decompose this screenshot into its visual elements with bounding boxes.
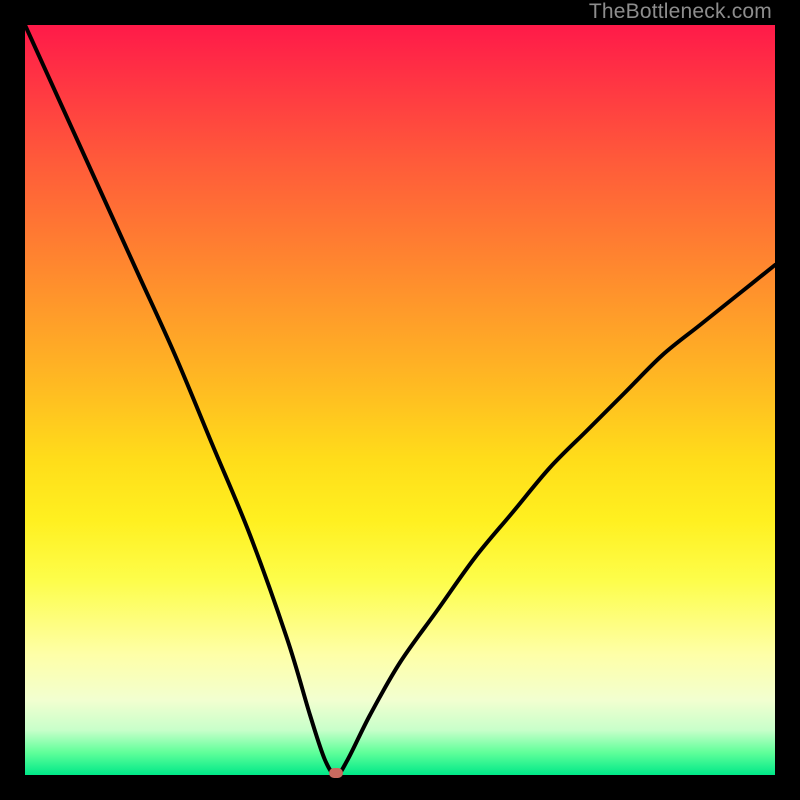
bottleneck-curve bbox=[25, 25, 775, 775]
chart-frame: TheBottleneck.com bbox=[0, 0, 800, 800]
optimal-point-marker bbox=[329, 768, 343, 778]
plot-area bbox=[25, 25, 775, 775]
watermark-text: TheBottleneck.com bbox=[589, 0, 772, 24]
